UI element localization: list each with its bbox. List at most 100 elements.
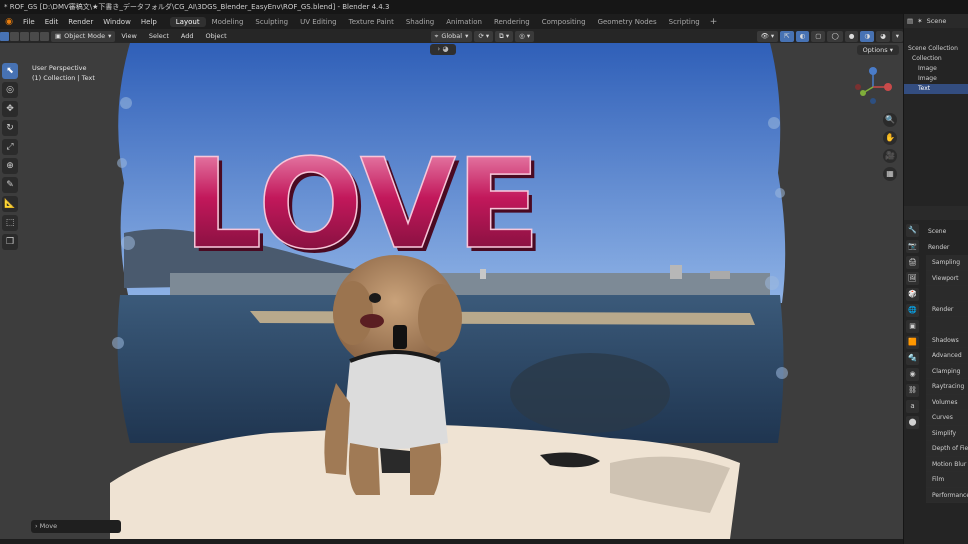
tool-props-icon[interactable]: 🔧 [906, 224, 919, 237]
add-cube-tool-icon[interactable]: ⬚ [2, 215, 18, 231]
shading-solid-button[interactable]: ● [844, 30, 859, 42]
modifier-props-icon[interactable]: 🔩 [906, 352, 919, 365]
rotate-tool-icon[interactable]: ↻ [2, 120, 18, 136]
header-collapse-button[interactable]: › ◕ [430, 44, 456, 55]
select-invert-icon[interactable] [30, 31, 39, 41]
options-dropdown[interactable]: Options ▾ [856, 45, 899, 55]
pan-hand-icon[interactable]: ✋ [883, 131, 897, 145]
collection-props-icon[interactable]: ▣ [906, 320, 919, 333]
panel-shadows[interactable]: Shadows [926, 332, 968, 348]
outliner-row-text[interactable]: Text [904, 84, 968, 94]
object-props-icon[interactable]: 🟧 [906, 336, 919, 349]
workspace-tab-compositing[interactable]: Compositing [536, 17, 592, 27]
panel-raytracing[interactable]: Raytracing [926, 379, 968, 395]
overlays-button[interactable]: ◐ [795, 30, 810, 42]
shading-material-button[interactable]: ◑ [860, 30, 875, 42]
panel-sampling[interactable]: Sampling [926, 255, 968, 271]
menu-object[interactable]: Object [199, 32, 232, 40]
proportional-editing-button[interactable]: ◎ ▾ [515, 30, 535, 42]
add-workspace-icon[interactable]: + [706, 17, 722, 27]
physics-props-icon[interactable]: ◉ [906, 368, 919, 381]
material-props-icon[interactable]: ⬤ [906, 416, 919, 429]
workspace-tab-uv-editing[interactable]: UV Editing [294, 17, 343, 27]
menu-window[interactable]: Window [98, 18, 136, 26]
panel-render-field[interactable] [926, 317, 968, 333]
grid-ortho-icon[interactable]: ▦ [883, 167, 897, 181]
workspace-tab-sculpting[interactable]: Sculpting [249, 17, 294, 27]
cursor-tool-icon[interactable]: ◎ [2, 82, 18, 98]
workspace-tab-scripting[interactable]: Scripting [663, 17, 706, 27]
outliner-row-scene-collection[interactable]: Scene Collection [904, 44, 968, 54]
3d-viewport[interactable]: LOVE LOVE › ◕ ⬉ ◎ ✥ ↻ ⤢ ⊕ ✎ 📐 ⬚ ❒ User P… [0, 43, 903, 539]
transform-tool-icon[interactable]: ⊕ [2, 158, 18, 174]
menu-select[interactable]: Select [143, 32, 175, 40]
move-tool-icon[interactable]: ✥ [2, 101, 18, 117]
object-mode-dropdown[interactable]: ▣ Object Mode ▾ [51, 30, 116, 42]
workspace-tab-layout[interactable]: Layout [169, 16, 206, 27]
workspace-tab-rendering[interactable]: Rendering [488, 17, 536, 27]
workspace-tab-shading[interactable]: Shading [400, 17, 440, 27]
camera-view-icon[interactable]: 🎥 [883, 149, 897, 163]
panel-performance[interactable]: Performance [926, 487, 968, 503]
panel-simplify[interactable]: Simplify [926, 425, 968, 441]
outliner-row-image-2[interactable]: Image [904, 74, 968, 84]
annotate-tool-icon[interactable]: ✎ [2, 177, 18, 193]
menu-edit[interactable]: Edit [40, 18, 64, 26]
menu-help[interactable]: Help [136, 18, 162, 26]
panel-viewport-field[interactable] [926, 286, 968, 302]
panel-curves[interactable]: Curves [926, 410, 968, 426]
snapping-button[interactable]: ⧉ ▾ [495, 30, 514, 42]
outliner-row-image-1[interactable]: Image [904, 64, 968, 74]
shading-wireframe-button[interactable]: ◯ [827, 30, 843, 42]
menu-file[interactable]: File [18, 18, 40, 26]
shading-options-button[interactable]: ▾ [891, 30, 903, 42]
outliner-scene-label: Scene [926, 17, 947, 25]
panel-advanced[interactable]: Advanced [926, 348, 968, 364]
gaussian-splat-scene-image: LOVE LOVE [110, 43, 788, 539]
panel-render[interactable]: Render [926, 301, 968, 317]
pivot-point-button[interactable]: ⟳ ▾ [474, 30, 494, 42]
panel-film[interactable]: Film [926, 472, 968, 488]
workspace-tab-modeling[interactable]: Modeling [206, 17, 250, 27]
gizmo-toggle-button[interactable]: ⇱ [780, 30, 794, 42]
select-extend-icon[interactable] [10, 31, 19, 41]
select-box-icon[interactable] [0, 31, 9, 41]
view-layer-props-icon[interactable]: 🖼 [906, 272, 919, 285]
output-props-icon[interactable]: 🖨 [906, 256, 919, 269]
panel-viewport[interactable]: Viewport [926, 270, 968, 286]
visibility-button[interactable]: 👁 ▾ [756, 30, 779, 42]
outliner-editor-type-icon[interactable]: ▤ [907, 17, 913, 25]
constraints-props-icon[interactable]: ⛓ [906, 384, 919, 397]
last-operator-panel[interactable]: › Move [31, 520, 121, 533]
zoom-icon[interactable]: 🔍 [883, 113, 897, 127]
panel-motion-blur[interactable]: Motion Blur [926, 456, 968, 472]
xray-button[interactable]: ▢ [811, 30, 826, 42]
select-tool-icon[interactable]: ⬉ [2, 63, 18, 79]
select-subtract-icon[interactable] [20, 31, 29, 41]
panel-clamping[interactable]: Clamping [926, 363, 968, 379]
add-mesh-tool-icon[interactable]: ❒ [2, 234, 18, 250]
scale-tool-icon[interactable]: ⤢ [2, 139, 18, 155]
workspace-tab-geometry-nodes[interactable]: Geometry Nodes [592, 17, 663, 27]
render-props-icon[interactable]: 📷 [906, 240, 919, 253]
workspace-tab-texture-paint[interactable]: Texture Paint [343, 17, 400, 27]
menu-view[interactable]: View [115, 32, 142, 40]
panel-depth-of-field[interactable]: Depth of Field [926, 441, 968, 457]
navigation-gizmo[interactable] [851, 65, 895, 109]
measure-tool-icon[interactable]: 📐 [2, 196, 18, 212]
shading-rendered-button[interactable]: ◕ [876, 30, 890, 42]
transform-orientation-dropdown[interactable]: ⌖ Global ▾ [430, 30, 473, 42]
select-intersect-icon[interactable] [40, 31, 49, 41]
menu-render[interactable]: Render [63, 18, 98, 26]
menu-add[interactable]: Add [175, 32, 200, 40]
scene-props-icon[interactable]: 🎲 [906, 288, 919, 301]
outliner-row-collection[interactable]: Collection [904, 54, 968, 64]
world-props-icon[interactable]: 🌐 [906, 304, 919, 317]
data-props-icon[interactable]: a [906, 400, 919, 413]
right-editors: ▤ ✶ Scene Scene Collection Collection Im… [903, 14, 968, 544]
panel-volumes[interactable]: Volumes [926, 394, 968, 410]
last-operator-label: Move [39, 522, 58, 530]
select-mode-buttons[interactable] [0, 31, 49, 41]
workspace-tab-animation[interactable]: Animation [440, 17, 488, 27]
blender-logo-icon[interactable]: ◉ [3, 16, 15, 28]
